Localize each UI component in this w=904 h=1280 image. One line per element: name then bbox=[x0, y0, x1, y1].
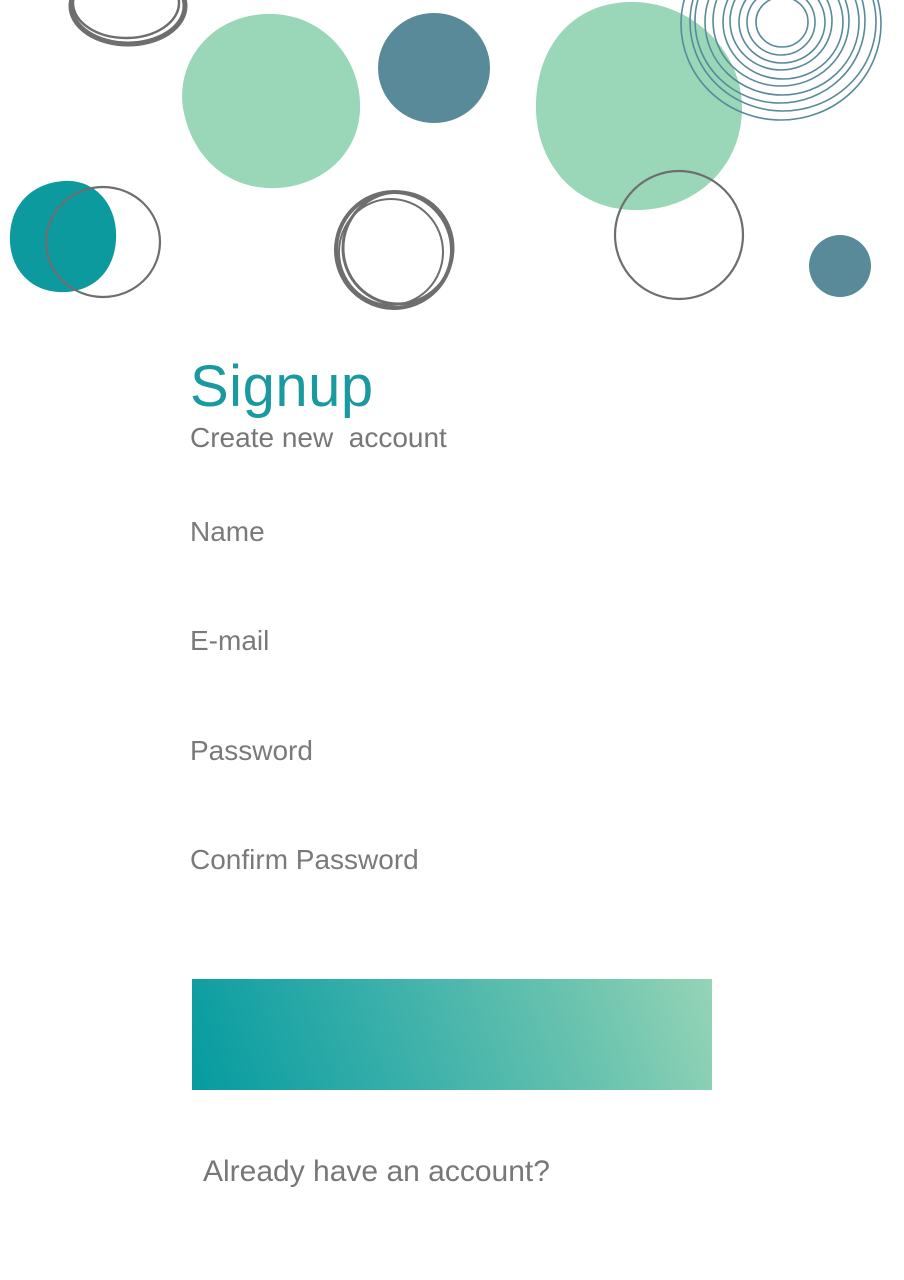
mint-blob-left bbox=[182, 13, 361, 189]
steel-blue-blob bbox=[378, 13, 490, 123]
signup-button[interactable] bbox=[192, 979, 712, 1090]
page-subtitle: Create new account bbox=[190, 422, 447, 453]
scribble-circle-middle bbox=[334, 190, 455, 310]
signup-page: Signup Create new account Already have a… bbox=[0, 0, 904, 1280]
confirm-password-field[interactable] bbox=[190, 838, 710, 882]
name-field[interactable] bbox=[190, 510, 710, 554]
teal-blob bbox=[9, 180, 117, 293]
login-link[interactable]: Already have an account? bbox=[203, 1152, 550, 1192]
decorative-circles bbox=[9, 0, 882, 310]
scribble-circle-top-left bbox=[68, 0, 188, 47]
email-field[interactable] bbox=[190, 619, 710, 663]
password-field[interactable] bbox=[190, 729, 710, 773]
steel-blue-dot bbox=[809, 235, 871, 297]
page-title: Signup bbox=[190, 354, 374, 419]
